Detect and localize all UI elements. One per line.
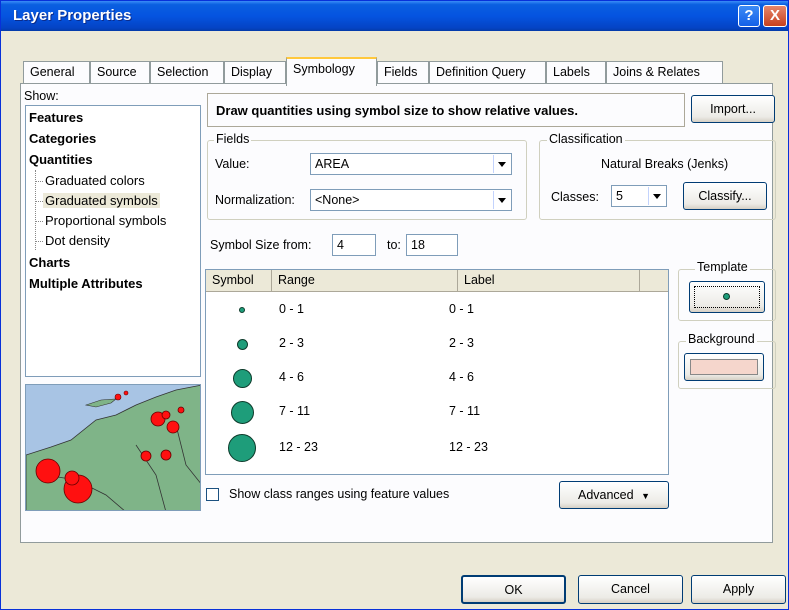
header-symbol[interactable]: Symbol (206, 270, 272, 292)
chevron-down-icon[interactable] (493, 155, 510, 173)
preview-map (25, 384, 201, 511)
chevron-down-icon[interactable] (493, 191, 510, 209)
show-list[interactable]: Features Categories Quantities Graduated… (25, 105, 201, 377)
title-bar: Layer Properties ? X (1, 1, 788, 31)
import-button[interactable]: Import... (691, 95, 775, 123)
cancel-button[interactable]: Cancel (578, 575, 683, 604)
classes-label: Classes: (551, 190, 599, 204)
help-button[interactable]: ? (738, 5, 760, 27)
tab-definition-query[interactable]: Definition Query (429, 61, 546, 84)
tab-symbology[interactable]: Symbology (286, 57, 377, 86)
description-text: Draw quantities using symbol size to sho… (207, 93, 685, 127)
tree-connector (35, 241, 43, 242)
value-dropdown[interactable]: AREA (310, 153, 512, 175)
normalization-dropdown[interactable]: <None> (310, 189, 512, 211)
background-group-title: Background (686, 332, 757, 346)
symbol-swatch[interactable] (232, 368, 252, 388)
chevron-down-icon[interactable] (648, 187, 665, 205)
class-table[interactable]: Symbol Range Label 0 - 1 0 - 1 2 - 3 2 - 3 4… (205, 269, 669, 475)
show-class-ranges-label: Show class ranges using feature values (229, 487, 450, 501)
value-selected: AREA (315, 157, 350, 171)
classification-group-title: Classification (547, 132, 625, 146)
header-range[interactable]: Range (272, 270, 458, 292)
template-group-title: Template (695, 260, 750, 274)
symbol-swatch[interactable] (228, 434, 256, 462)
layer-properties-dialog: Layer Properties ? X General Source Sele… (0, 0, 789, 610)
show-label: Show: (24, 89, 59, 103)
tab-selection[interactable]: Selection (150, 61, 224, 84)
range-cell[interactable]: 7 - 11 (279, 404, 310, 418)
symbol-swatch[interactable] (236, 338, 248, 350)
apply-button[interactable]: Apply (691, 575, 786, 604)
tab-fields[interactable]: Fields (377, 61, 429, 84)
classes-dropdown[interactable]: 5 (611, 185, 667, 207)
symbol-size-to-input[interactable]: 18 (406, 234, 458, 256)
label-cell[interactable]: 0 - 1 (449, 302, 474, 316)
range-cell[interactable]: 2 - 3 (279, 336, 304, 350)
show-item-graduated-colors[interactable]: Graduated colors (45, 173, 145, 188)
tab-source[interactable]: Source (90, 61, 150, 84)
symbol-swatch[interactable] (230, 400, 254, 424)
show-class-ranges-checkbox[interactable] (206, 488, 219, 501)
background-color-button[interactable] (684, 353, 764, 381)
chevron-down-icon: ▼ (641, 491, 650, 501)
tab-labels[interactable]: Labels (546, 61, 606, 84)
classes-selected: 5 (616, 189, 623, 203)
show-item-quantities[interactable]: Quantities (29, 152, 93, 167)
show-item-graduated-symbols[interactable]: Graduated symbols (43, 193, 160, 208)
ok-button[interactable]: OK (461, 575, 566, 604)
fields-group-title: Fields (214, 132, 252, 146)
tree-connector (35, 201, 43, 202)
value-label: Value: (215, 157, 250, 171)
background-color-swatch (690, 359, 758, 375)
template-symbol-button[interactable] (689, 281, 765, 313)
template-symbol-icon (723, 293, 730, 300)
label-cell[interactable]: 4 - 6 (449, 370, 474, 384)
tree-connector (35, 181, 43, 182)
symbol-size-from-label: Symbol Size from: (210, 238, 312, 252)
symbol-size-to-label: to: (387, 238, 401, 252)
show-item-charts[interactable]: Charts (29, 255, 70, 270)
range-cell[interactable]: 4 - 6 (279, 370, 304, 384)
classification-method: Natural Breaks (Jenks) (601, 157, 729, 171)
show-item-features[interactable]: Features (29, 110, 83, 125)
tree-connector (35, 221, 43, 222)
range-cell[interactable]: 12 - 23 (279, 440, 318, 454)
label-cell[interactable]: 7 - 11 (449, 404, 480, 418)
close-button[interactable]: X (763, 5, 787, 27)
show-item-dot-density[interactable]: Dot density (45, 233, 110, 248)
tree-connector (35, 170, 36, 250)
map-preview-image (26, 385, 200, 510)
tab-display[interactable]: Display (224, 61, 286, 84)
table-header: Symbol Range Label (206, 270, 668, 292)
label-cell[interactable]: 12 - 23 (449, 440, 488, 454)
normalization-selected: <None> (315, 193, 360, 207)
advanced-button[interactable]: Advanced ▼ (559, 481, 669, 509)
normalization-label: Normalization: (215, 193, 295, 207)
show-item-multiple-attributes[interactable]: Multiple Attributes (29, 276, 143, 291)
symbol-swatch[interactable] (239, 307, 245, 313)
range-cell[interactable]: 0 - 1 (279, 302, 304, 316)
show-item-proportional-symbols[interactable]: Proportional symbols (45, 213, 166, 228)
classify-button[interactable]: Classify... (683, 182, 767, 210)
tab-general[interactable]: General (23, 61, 90, 84)
window-title: Layer Properties (13, 7, 132, 24)
show-item-categories[interactable]: Categories (29, 131, 96, 146)
symbol-size-from-input[interactable]: 4 (332, 234, 376, 256)
advanced-label: Advanced (577, 488, 634, 502)
tab-joins-relates[interactable]: Joins & Relates (606, 61, 723, 84)
label-cell[interactable]: 2 - 3 (449, 336, 474, 350)
header-label[interactable]: Label (458, 270, 640, 292)
